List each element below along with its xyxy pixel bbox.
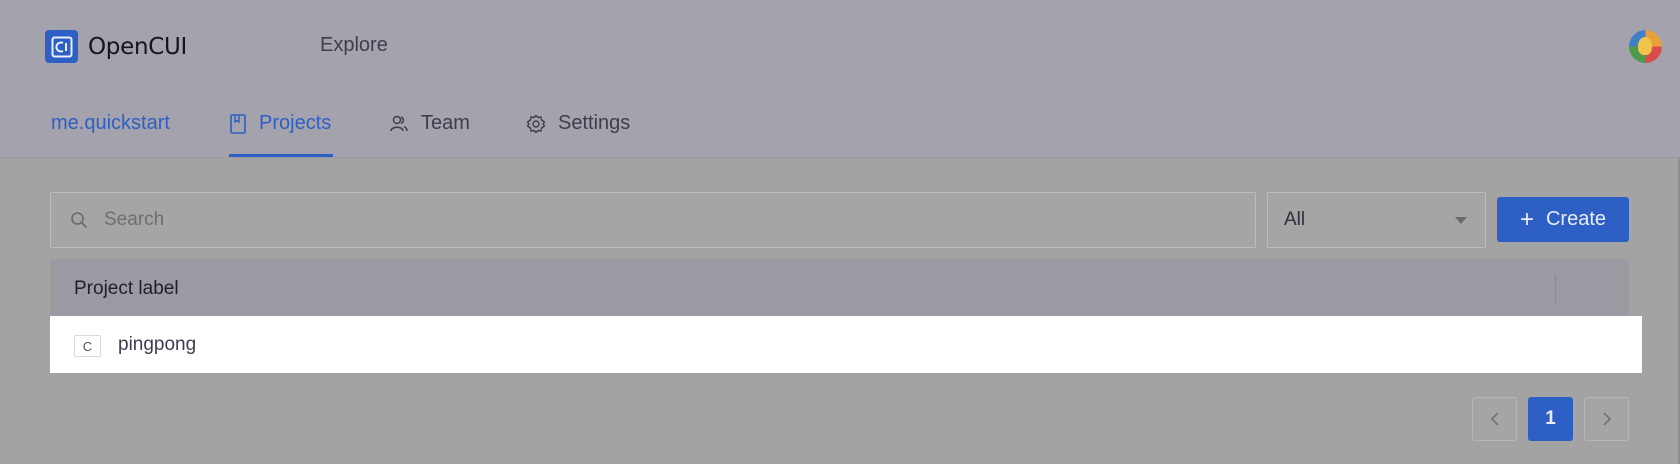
plus-icon: + — [1519, 205, 1534, 233]
tab-projects-label: Projects — [259, 112, 332, 134]
pagination-page-1[interactable]: 1 — [1528, 397, 1573, 441]
user-avatar-icon[interactable] — [1629, 30, 1662, 63]
team-icon — [390, 115, 408, 131]
search-input[interactable] — [104, 209, 1204, 231]
column-divider — [1555, 274, 1556, 304]
search-icon — [71, 212, 87, 228]
app-name: OpenCUI — [88, 33, 188, 60]
workspace-nav: me.quickstart Projects Team Settings — [0, 98, 1680, 158]
gear-icon — [526, 114, 546, 133]
workspace-name[interactable]: me.quickstart — [51, 112, 170, 135]
table-row[interactable]: C pingpong — [50, 316, 1642, 373]
project-name-link[interactable]: pingpong — [118, 334, 196, 356]
pagination-next-button[interactable] — [1584, 397, 1629, 441]
create-button-label: Create — [1545, 208, 1607, 230]
tab-settings[interactable]: Settings — [526, 112, 630, 135]
filter-select-value: All — [1284, 209, 1306, 230]
table-header: Project label — [50, 259, 1629, 316]
active-tab-indicator — [229, 154, 333, 157]
tab-team-label: Team — [421, 112, 470, 134]
pagination-prev-button[interactable] — [1472, 397, 1517, 441]
chevron-left-icon — [1490, 412, 1499, 426]
tab-projects[interactable]: Projects — [229, 112, 331, 135]
book-icon — [230, 113, 246, 134]
tab-settings-label: Settings — [558, 112, 631, 134]
opencui-logo-icon — [45, 30, 78, 63]
filter-select[interactable]: All — [1267, 192, 1486, 248]
project-type-badge: C — [74, 335, 101, 357]
caret-down-icon — [1455, 217, 1467, 224]
create-button[interactable]: + Create — [1497, 197, 1629, 242]
search-box[interactable] — [50, 192, 1256, 248]
app-logo[interactable]: OpenCUI — [45, 30, 187, 63]
explore-link[interactable]: Explore — [320, 34, 388, 57]
top-bar: OpenCUI Explore me.quickstart Projects T… — [0, 0, 1680, 158]
column-header-project-label: Project label — [74, 278, 179, 299]
chevron-right-icon — [1602, 412, 1611, 426]
tab-team[interactable]: Team — [389, 112, 470, 135]
